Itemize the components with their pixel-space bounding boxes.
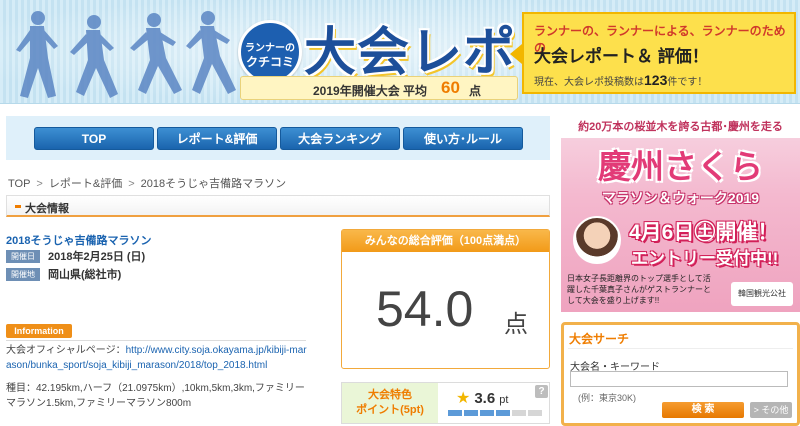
guest-runner-photo	[573, 216, 621, 264]
ad-date: 4月6日㊏開催！	[629, 221, 779, 244]
nav-top[interactable]: TOP	[34, 127, 154, 150]
tagline-callout: ランナーの、ランナーによる、ランナーのための 大会レポート＆ 評価！ 現在、大会…	[510, 12, 796, 94]
score-value: 54.0	[376, 281, 474, 337]
tagline-headline: 大会レポート＆ 評価！	[534, 47, 709, 66]
average-value: 60	[441, 78, 460, 97]
ad-entry: エントリー受付中!!	[631, 249, 779, 268]
ad-sponsor-logo: 韓国観光公社	[731, 282, 793, 306]
feature-level-segment	[480, 410, 494, 416]
breadcrumb-separator: >	[128, 178, 135, 190]
star-icon: ★	[456, 390, 471, 407]
race-distances: 種目：42.195km,ハーフ（21.0975km）,10km,5km,3km,…	[6, 383, 305, 409]
feature-level-segment	[496, 410, 510, 416]
feature-level-segment	[464, 410, 478, 416]
breadcrumb: TOP > レポート&評価 >2018そうじゃ吉備路マラソン	[8, 175, 286, 191]
average-unit: 点	[469, 84, 482, 98]
feature-level-segment	[448, 410, 462, 416]
feature-label: 大会特色 ポイント(5pt)	[342, 383, 438, 423]
search-button[interactable]: 検 索	[662, 402, 744, 418]
feature-points-box: 大会特色 ポイント(5pt) ★ 3.6 pt ?	[341, 382, 550, 424]
information-label: Information	[6, 324, 72, 338]
breadcrumb-current: 2018そうじゃ吉備路マラソン	[140, 178, 287, 190]
global-nav-bar: TOP レポート&評価 大会ランキング 使い方･ルール	[6, 116, 550, 160]
date-chip: 開催日	[6, 249, 40, 263]
average-label: 2019年開催大会 平均	[313, 84, 428, 98]
place-chip: 開催地	[6, 267, 40, 281]
overall-score-box: みんなの総合評価（100点満点） 54.0 点	[341, 229, 550, 369]
information-divider	[6, 340, 306, 341]
feature-level-segment	[528, 410, 542, 416]
feature-level-bar	[448, 410, 542, 416]
race-place: 岡山県(総社市)	[48, 269, 122, 281]
ad-top-text: 約20万本の桜並木を誇る古都･慶州を走る	[561, 116, 800, 138]
race-date-row: 開催日 2018年2月25日 (日)	[6, 249, 145, 263]
race-date: 2018年2月25日 (日)	[48, 251, 146, 263]
search-title: 大会サーチ	[569, 332, 630, 346]
header-banner: ランナーの クチコミ 大会レポ 2019年開催大会 平均 60 点 ランナーの、…	[0, 0, 800, 104]
score-unit: 点	[504, 311, 528, 338]
search-divider	[568, 348, 793, 349]
search-example: (例：東京30K)	[578, 393, 637, 403]
race-place-row: 開催地 岡山県(総社市)	[6, 267, 121, 281]
ad-title: 慶州さくら	[598, 147, 763, 186]
ad-banner-gyeongju[interactable]: 約20万本の桜並木を誇る古都･慶州を走る 慶州さくら マラソン＆ウォーク2019…	[561, 116, 800, 312]
score-header: みんなの総合評価（100点満点）	[342, 230, 549, 252]
section-header-race-info: 大会情報	[6, 195, 550, 217]
race-name-link[interactable]: 2018そうじゃ吉備路マラソン	[6, 232, 151, 248]
site-logo[interactable]: 大会レポ	[304, 10, 516, 85]
section-marker-icon	[15, 205, 21, 208]
feature-label-line2: ポイント(5pt)	[356, 404, 424, 416]
badge-line2: クチコミ	[245, 55, 294, 69]
badge-line1: ランナーの	[245, 43, 295, 54]
search-input[interactable]	[570, 371, 788, 387]
post-count: 現在、大会レポ投稿数は123件です！	[534, 72, 708, 88]
breadcrumb-top[interactable]: TOP	[8, 178, 30, 190]
runner-silhouettes-illustration	[16, 11, 236, 98]
average-score-bar: 2019年開催大会 平均 60 点	[240, 76, 518, 100]
nav-ranking[interactable]: 大会ランキング	[280, 127, 400, 150]
help-icon[interactable]: ?	[535, 385, 548, 398]
feature-level-segment	[512, 410, 526, 416]
nav-how-to-use[interactable]: 使い方･ルール	[403, 127, 523, 150]
feature-value: 3.6	[474, 390, 496, 407]
ad-note: 日本女子長距離界のトップ選手として活躍した千葉真子さんがゲストランナーとして大会…	[567, 274, 711, 305]
official-page: 大会オフィシャルページ：http://www.city.soja.okayama…	[6, 343, 311, 373]
other-search-button[interactable]: > その他	[750, 402, 792, 418]
feature-score: ★ 3.6 pt	[456, 388, 508, 408]
post-count-value: 123	[644, 72, 668, 88]
global-nav: TOP レポート&評価 大会ランキング 使い方･ルール	[34, 127, 523, 150]
ad-subtitle: マラソン＆ウォーク2019	[601, 190, 760, 206]
breadcrumb-separator: >	[36, 178, 43, 190]
logo-badge: ランナーの クチコミ	[238, 20, 302, 84]
official-page-label: 大会オフィシャルページ：	[6, 345, 126, 356]
section-title: 大会情報	[25, 203, 69, 215]
feature-label-line1: 大会特色	[368, 389, 412, 401]
race-search-panel: 大会サーチ 大会名・キーワード (例：東京30K) 検 索 > その他	[561, 322, 800, 426]
feature-unit: pt	[499, 394, 509, 406]
breadcrumb-reports[interactable]: レポート&評価	[49, 178, 122, 190]
nav-reports[interactable]: レポート&評価	[157, 127, 277, 150]
